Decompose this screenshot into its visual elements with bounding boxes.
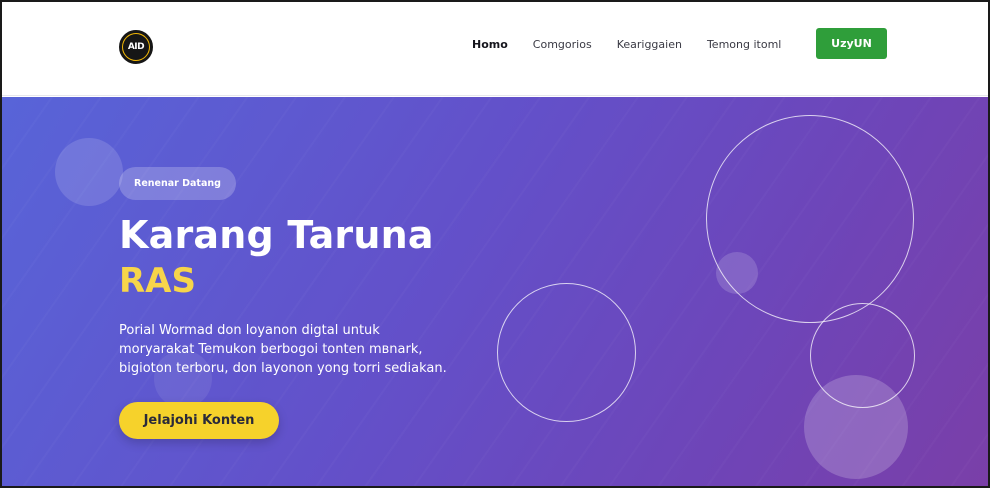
site-logo[interactable]: AID bbox=[119, 30, 153, 64]
nav-link-home[interactable]: Homo bbox=[472, 38, 508, 51]
hero-description-line: bigioton terboru, don layonon yong torri… bbox=[119, 361, 447, 376]
hero-section: Renenar Datang Karang Taruna RAS Porial … bbox=[2, 97, 988, 486]
decorative-ring bbox=[497, 283, 636, 422]
logo-mark: AID bbox=[123, 34, 149, 60]
hero-description: Porial Wormad don loyanon digtal untuk m… bbox=[119, 321, 489, 378]
hero-title-highlight: RAS bbox=[119, 261, 196, 301]
header-cta-button[interactable]: UzyUN bbox=[816, 28, 887, 59]
top-navbar: AID Homo Comgorios Keariggaien Temong it… bbox=[2, 2, 988, 96]
decorative-bubble bbox=[804, 375, 908, 479]
hero-description-line: Porial Wormad don loyanon digtal untuk bbox=[119, 323, 380, 338]
explore-content-button[interactable]: Jelajohi Konten bbox=[119, 402, 279, 439]
nav-link-categories[interactable]: Comgorios bbox=[533, 38, 592, 51]
decorative-bubble bbox=[55, 138, 123, 206]
main-nav: Homo Comgorios Keariggaien Temong itoml bbox=[472, 34, 806, 54]
nav-link-activities[interactable]: Keariggaien bbox=[617, 38, 682, 51]
welcome-badge: Renenar Datang bbox=[119, 167, 236, 200]
browser-viewport: AID Homo Comgorios Keariggaien Temong it… bbox=[0, 0, 990, 488]
nav-link-members[interactable]: Temong itoml bbox=[707, 38, 781, 51]
decorative-bubble bbox=[716, 252, 758, 294]
hero-title: Karang Taruna bbox=[119, 213, 434, 257]
hero-description-line: moryarakat Temukon berbogoi tonten mвnar… bbox=[119, 342, 423, 357]
